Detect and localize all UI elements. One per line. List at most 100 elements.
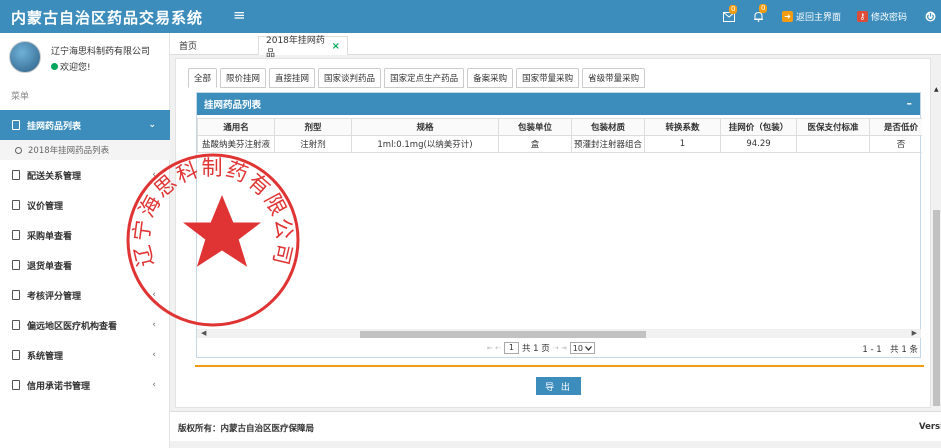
mail-button[interactable]: 0 <box>722 4 738 22</box>
table-cell: 注射剂 <box>274 135 352 153</box>
avatar <box>9 41 41 73</box>
copyright-text: 版权所有：内蒙古自治区医疗保障局 <box>178 424 315 434</box>
column-header[interactable]: 包装单位 <box>498 118 572 136</box>
next-last-page-icon[interactable]: ⇢ ⇥ <box>553 344 567 352</box>
drug-table: 通用名 剂型 规格 包装单位 包装材质 转换系数 挂网价（包装） 医保支付标准 … <box>197 118 922 153</box>
table-cell: 预灌封注射器组合 <box>571 135 645 153</box>
tab-2018-drug-list[interactable]: 2018年挂网药品 × <box>258 36 348 59</box>
scroll-left-icon[interactable]: ◀ <box>201 329 206 337</box>
subtab-provincial-volume[interactable]: 省级带量采购 <box>582 68 646 88</box>
change-password-button[interactable]: ⚷ 修改密码 <box>856 10 907 23</box>
chevron-down-icon: ⌄ <box>148 120 156 130</box>
bell-badge: 0 <box>758 4 768 13</box>
submenu-label: 2018年挂网药品列表 <box>28 146 110 156</box>
horizontal-scrollbar[interactable]: ◀ ▶ <box>197 329 921 338</box>
chevron-left-icon: ‹ <box>152 320 156 330</box>
scroll-up-icon[interactable]: ▲ <box>934 86 939 93</box>
top-navbar: 内蒙古自治区药品交易系统 ≡ 0 0 ➜ 返回主界面 ⚷ 修改密码 <box>0 0 941 33</box>
tab-current-label: 2018年挂网药品 <box>266 36 325 59</box>
document-icon <box>12 230 20 240</box>
column-header[interactable]: 挂网价（包装） <box>720 118 797 136</box>
scroll-right-icon[interactable]: ▶ <box>912 329 917 337</box>
divider <box>195 365 924 367</box>
column-header[interactable]: 剂型 <box>274 118 352 136</box>
circle-icon <box>15 146 22 154</box>
sidebar-item-credit[interactable]: 信用承诺书管理 ‹ <box>0 370 170 400</box>
subtab-filing[interactable]: 备案采购 <box>467 68 514 88</box>
subtab-all[interactable]: 全部 <box>188 68 218 88</box>
tab-home[interactable]: 首页 <box>172 36 204 55</box>
subtab-national-volume[interactable]: 国家带量采购 <box>516 68 580 88</box>
column-header[interactable]: 规格 <box>351 118 499 136</box>
document-icon <box>12 170 20 180</box>
first-prev-page-icon[interactable]: ⇤ ⇠ <box>487 344 501 352</box>
main-content: 全部 限价挂网 直接挂网 国家谈判药品 国家定点生产药品 备案采购 国家带量采购… <box>175 58 931 408</box>
change-password-label: 修改密码 <box>870 13 907 23</box>
table-row[interactable]: 盐酸纳美芬注射液 注射剂 1ml:0.1mg(以纳美芬计) 盒 预灌封注射器组合… <box>197 135 922 153</box>
collapse-icon[interactable]: – <box>907 97 913 110</box>
logout-button[interactable] <box>925 11 937 22</box>
sidebar-subitem-2018-drug-list[interactable]: 2018年挂网药品列表 <box>0 140 170 160</box>
sidebar-item-system[interactable]: 系统管理 ‹ <box>0 340 170 370</box>
sidebar-item-remote-medical[interactable]: 偏远地区医疗机构查看 ‹ <box>0 310 170 340</box>
table-cell: 94.29 <box>720 135 797 153</box>
sidebar-item-label: 采购单查看 <box>27 231 73 242</box>
category-tabs: 全部 限价挂网 直接挂网 国家谈判药品 国家定点生产药品 备案采购 国家带量采购… <box>188 68 648 88</box>
sidebar-item-assessment[interactable]: 考核评分管理 ‹ <box>0 280 170 310</box>
back-home-button[interactable]: ➜ 返回主界面 <box>781 10 841 23</box>
subtab-national-designated[interactable]: 国家定点生产药品 <box>384 68 465 88</box>
document-icon <box>12 260 20 270</box>
sidebar-item-label: 偏远地区医疗机构查看 <box>27 321 118 332</box>
chevron-left-icon: ‹ <box>152 170 156 180</box>
chevron-down-icon <box>584 345 592 351</box>
table-cell: 盒 <box>498 135 572 153</box>
welcome-text: 欢迎您! <box>60 63 91 73</box>
subtab-price-limit[interactable]: 限价挂网 <box>220 68 267 88</box>
document-icon <box>12 350 20 360</box>
export-button[interactable]: 导 出 <box>536 377 581 395</box>
user-status: 欢迎您! <box>51 60 91 73</box>
close-icon[interactable]: × <box>332 41 340 52</box>
sidebar-item-return[interactable]: 退货单查看 <box>0 250 170 280</box>
pager-controls: ⇤ ⇠ 1 共 1 页 ⇢ ⇥ 10 <box>487 342 595 354</box>
panel-header: 挂网药品列表 – <box>197 93 920 115</box>
sidebar-item-bargain[interactable]: 议价管理 <box>0 190 170 220</box>
column-header[interactable]: 医保支付标准 <box>796 118 870 136</box>
column-header[interactable]: 转换系数 <box>644 118 721 136</box>
sidebar-item-label: 考核评分管理 <box>27 291 82 302</box>
column-header[interactable]: 是否低价 <box>869 118 922 136</box>
sidebar-item-drug-list[interactable]: 挂网药品列表 ⌄ <box>0 110 170 140</box>
panel-title: 挂网药品列表 <box>204 100 262 111</box>
table-cell: 1 <box>644 135 721 153</box>
menu-toggle-icon[interactable]: ≡ <box>233 6 246 24</box>
sidebar-item-label: 信用承诺书管理 <box>27 381 91 392</box>
document-icon <box>12 120 20 130</box>
sidebar-item-delivery[interactable]: 配送关系管理 ‹ <box>0 160 170 190</box>
tab-home-label: 首页 <box>179 42 198 52</box>
vertical-scroll-thumb[interactable] <box>933 210 940 406</box>
subtab-direct[interactable]: 直接挂网 <box>269 68 316 88</box>
menu-header: 菜单 <box>11 92 30 102</box>
page-tabbar: 首页 2018年挂网药品 × <box>170 33 941 59</box>
table-cell <box>796 135 870 153</box>
footer: 版权所有：内蒙古自治区医疗保障局 Versi <box>170 411 941 441</box>
vertical-scrollbar[interactable]: ▲ <box>931 82 941 408</box>
horizontal-scroll-thumb[interactable] <box>360 331 646 338</box>
notification-button[interactable]: 0 <box>753 4 768 22</box>
sidebar-item-label: 退货单查看 <box>27 261 73 272</box>
page-size-select[interactable]: 10 <box>569 342 595 354</box>
data-grid: 通用名 剂型 规格 包装单位 包装材质 转换系数 挂网价（包装） 医保支付标准 … <box>197 118 922 318</box>
sidebar-item-purchase[interactable]: 采购单查看 <box>0 220 170 250</box>
pagination: ⇤ ⇠ 1 共 1 页 ⇢ ⇥ 10 1 - 1 共 1 条 <box>197 341 921 357</box>
page-number-input[interactable]: 1 <box>503 342 519 354</box>
column-header[interactable]: 包装材质 <box>571 118 645 136</box>
user-panel: 辽宁海思科制药有限公司 欢迎您! <box>0 33 169 78</box>
back-arrow-icon: ➜ <box>781 11 793 22</box>
table-cell: 盐酸纳美芬注射液 <box>197 135 275 153</box>
drug-list-panel: 挂网药品列表 – 通用名 剂型 规格 包装单位 包装材质 转换系数 挂网价（包装… <box>196 92 922 358</box>
sidebar-menu: 挂网药品列表 ⌄ 2018年挂网药品列表 配送关系管理 ‹ 议价管理 采购单查看… <box>0 110 170 400</box>
column-header[interactable]: 通用名 <box>197 118 275 136</box>
power-icon <box>925 11 936 22</box>
subtab-national-negotiation[interactable]: 国家谈判药品 <box>318 68 382 88</box>
document-icon <box>12 320 20 330</box>
